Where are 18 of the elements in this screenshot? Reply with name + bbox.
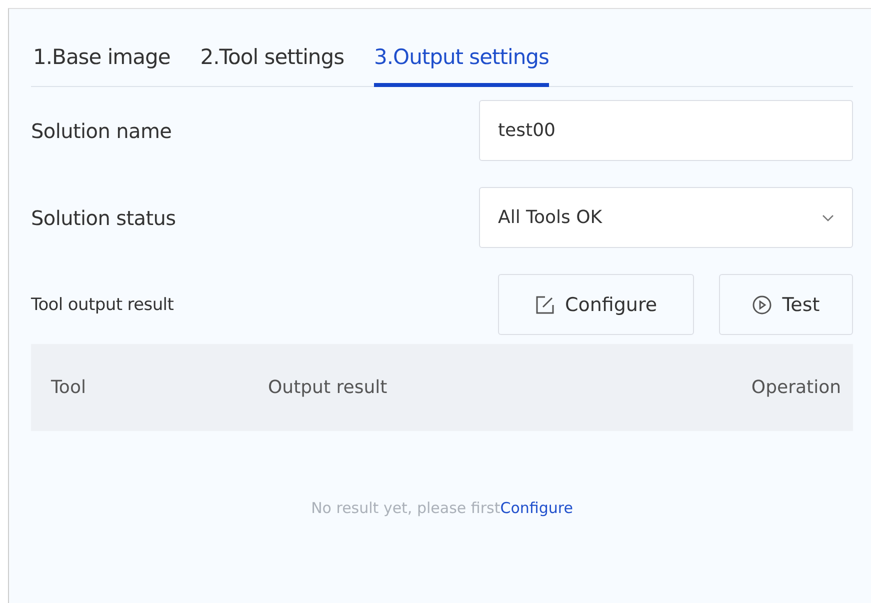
field-label: Solution status xyxy=(31,206,176,230)
test-button[interactable]: Test xyxy=(719,274,853,335)
tab[interactable]: 3.Output settings xyxy=(374,45,549,87)
tab[interactable]: 1.Base image xyxy=(33,45,170,87)
tab[interactable]: 2.Tool settings xyxy=(200,45,344,87)
chevron-down-icon xyxy=(822,214,834,222)
play-icon xyxy=(752,294,772,314)
column-header: Output result xyxy=(268,377,388,398)
field-label: Solution name xyxy=(31,118,172,142)
status-dropdown[interactable]: All Tools OK xyxy=(479,187,853,248)
solution-name-field[interactable]: test00 xyxy=(479,100,853,161)
column-header: Tool xyxy=(51,377,87,398)
configure-button[interactable]: Configure xyxy=(498,274,694,335)
column-header: Operation xyxy=(751,377,841,398)
empty-message: No result yet, please firstConfigure xyxy=(311,499,573,517)
edit-icon xyxy=(534,294,555,314)
section-label: Tool output result xyxy=(31,294,174,314)
configure-link[interactable]: Configure xyxy=(500,499,573,517)
